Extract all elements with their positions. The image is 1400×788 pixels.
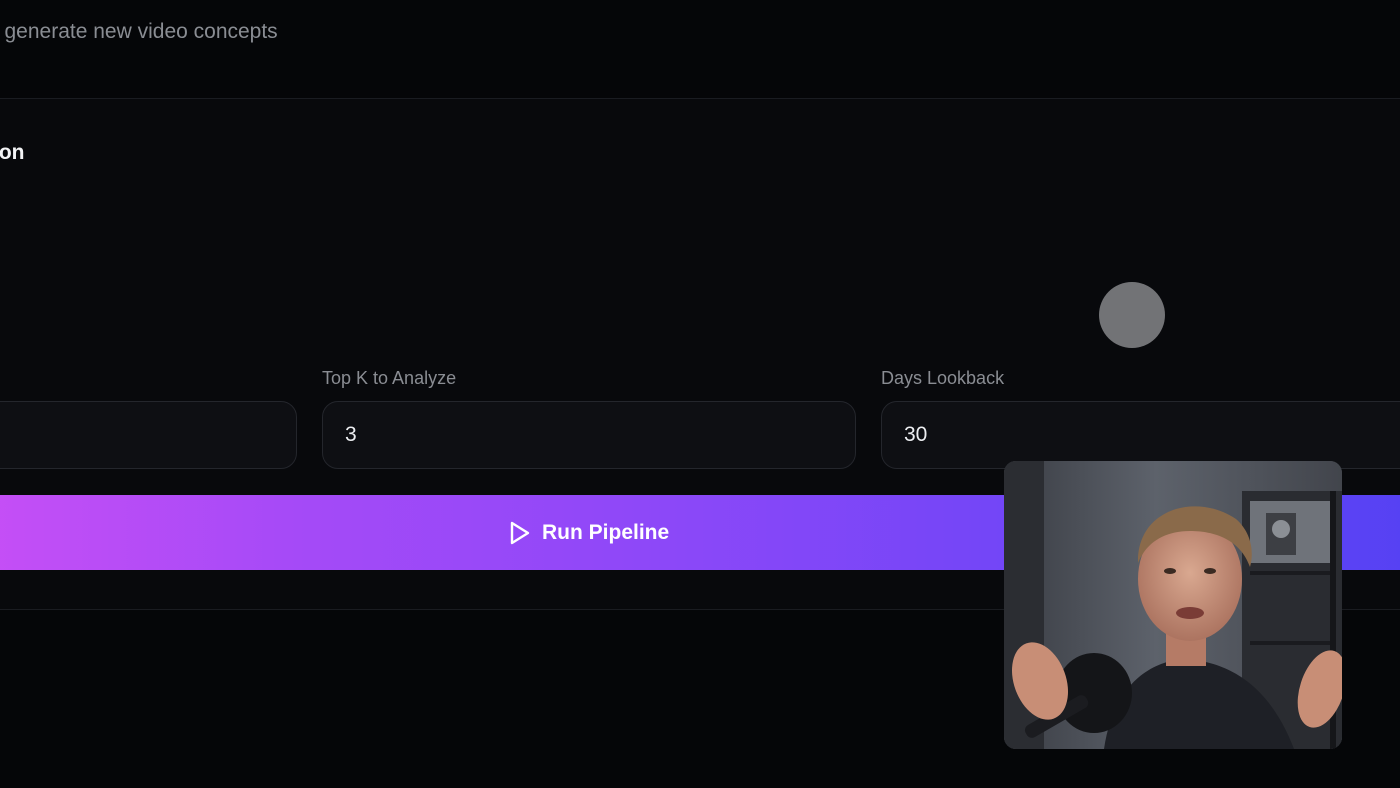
presenter-webcam-feed bbox=[1004, 461, 1342, 749]
top-k-input[interactable]: 3 bbox=[322, 401, 856, 469]
play-icon bbox=[510, 521, 530, 544]
run-pipeline-label: Run Pipeline bbox=[542, 520, 670, 544]
card-title: tion bbox=[0, 141, 25, 164]
run-pipeline-content: Run Pipeline bbox=[508, 495, 669, 570]
days-lookback-label: Days Lookback bbox=[881, 368, 1005, 388]
days-lookback-input[interactable]: 30 bbox=[881, 401, 1400, 469]
page-subtitle: l generate new video concepts bbox=[0, 20, 278, 43]
cursor-highlight bbox=[1099, 282, 1165, 348]
webcam-image bbox=[1004, 461, 1342, 749]
first-input[interactable] bbox=[0, 401, 297, 469]
top-k-label: Top K to Analyze bbox=[322, 368, 457, 388]
page: l generate new video concepts tion Top K… bbox=[0, 0, 1400, 788]
